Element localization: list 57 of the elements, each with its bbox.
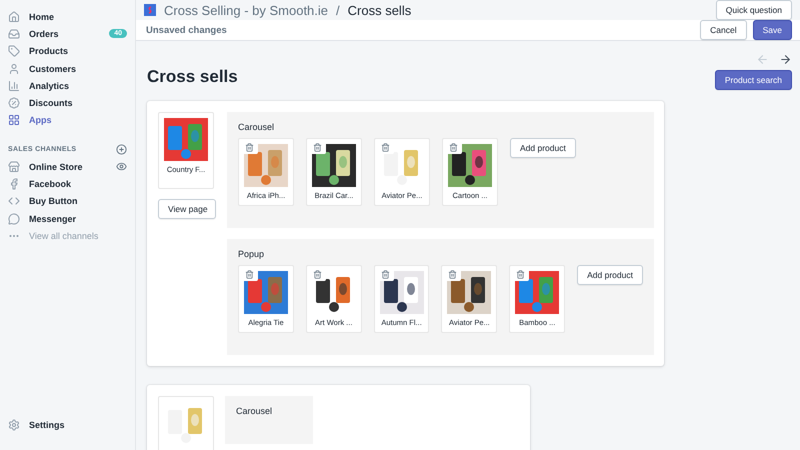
app-logo-icon — [144, 4, 156, 16]
eye-icon[interactable] — [116, 161, 127, 172]
channel-item[interactable]: Online Store — [0, 158, 135, 176]
add-product-button[interactable]: Add product — [577, 265, 643, 285]
trash-icon — [516, 270, 526, 279]
inbox-icon — [8, 28, 20, 40]
channel-item[interactable]: Messenger — [0, 210, 135, 228]
delete-button[interactable] — [512, 268, 530, 281]
add-product-button[interactable]: Add product — [510, 138, 576, 158]
save-button[interactable]: Save — [752, 20, 792, 40]
grid-icon — [8, 114, 20, 126]
group-title: Carousel — [238, 122, 276, 132]
percent-badge-icon — [8, 97, 20, 110]
trash-icon — [245, 143, 254, 152]
page-breadcrumb: Cross sells — [348, 2, 412, 18]
trash-icon — [313, 143, 322, 152]
chat-bubble-icon — [8, 212, 20, 225]
delete-button[interactable] — [444, 268, 462, 281]
store-icon — [8, 160, 20, 173]
settings-icon — [8, 419, 20, 432]
forward-arrow-icon[interactable] — [779, 53, 792, 66]
nav-item[interactable]: Home — [0, 8, 135, 26]
user-icon — [8, 62, 20, 75]
page-title: Cross sells — [147, 67, 238, 87]
add-icon[interactable] — [116, 144, 127, 155]
app-title[interactable]: Cross Selling - by Smooth.ie — [164, 2, 328, 18]
trash-icon — [312, 270, 322, 279]
bar-chart-icon — [8, 80, 20, 92]
view-page-button[interactable]: View page — [158, 199, 216, 219]
unsaved-message: Unsaved changes — [146, 24, 228, 36]
delete-button[interactable] — [241, 141, 258, 154]
nav-item[interactable]: Analytics — [0, 77, 135, 94]
channel-item[interactable]: Buy Button — [0, 192, 135, 210]
group-title: Popup — [238, 249, 266, 259]
tag-icon — [8, 45, 20, 58]
trash-icon — [245, 270, 254, 279]
breadcrumb-separator: / — [336, 2, 340, 18]
trash-icon — [448, 270, 458, 279]
delete-button[interactable] — [241, 268, 258, 281]
trash-icon — [380, 270, 390, 279]
settings-item[interactable]: Settings — [0, 416, 135, 434]
nav-item[interactable]: Apps — [0, 112, 135, 130]
delete-button[interactable] — [445, 141, 462, 154]
channel-item[interactable]: Facebook — [0, 175, 135, 193]
nav-item[interactable]: Products — [0, 42, 135, 60]
quick-question-button[interactable]: Quick question — [716, 0, 792, 20]
delete-button[interactable] — [309, 141, 326, 154]
group-title: Carousel — [236, 406, 274, 416]
nav-item[interactable]: Customers — [0, 60, 135, 78]
trash-icon — [449, 143, 458, 152]
nav-item[interactable]: Discounts — [0, 94, 135, 112]
cancel-button[interactable]: Cancel — [700, 20, 747, 40]
trash-icon — [381, 143, 390, 152]
code-icon — [8, 195, 20, 208]
product-search-button[interactable]: Product search — [714, 70, 792, 90]
home-icon — [8, 10, 20, 23]
facebook-icon — [8, 178, 20, 190]
